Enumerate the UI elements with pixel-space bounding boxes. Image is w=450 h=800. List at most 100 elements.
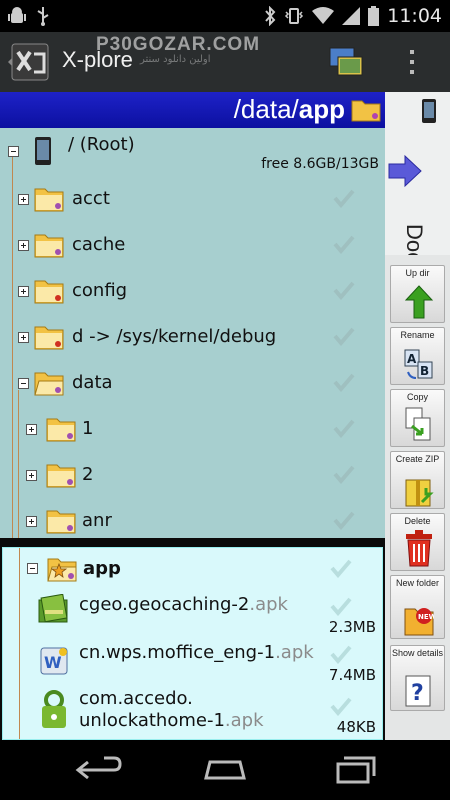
current-path: /data/app (233, 94, 345, 124)
check-icon[interactable] (333, 280, 355, 300)
folder-icon (34, 326, 64, 350)
signal-icon (342, 7, 361, 25)
back-icon[interactable] (74, 754, 124, 786)
tree-item-2[interactable]: 2 (0, 452, 385, 498)
expand-button[interactable] (26, 516, 37, 527)
trash-icon (406, 530, 432, 567)
collapse-button[interactable] (27, 563, 38, 574)
vibrate-icon (285, 8, 304, 24)
file-name: cn.wps.moffice_eng-1.apk (79, 642, 314, 663)
tree-item-d[interactable]: d -> /sys/kernel/debug (0, 314, 385, 360)
tree-item-label: data (72, 372, 113, 393)
root-row[interactable]: / (Root) free 8.6GB/13GB (0, 128, 385, 174)
home-icon[interactable] (200, 754, 250, 786)
tree-item-label: 2 (82, 464, 94, 485)
folder-open-icon (34, 372, 64, 396)
tree-item-data[interactable]: data (0, 360, 385, 406)
delete-button[interactable]: Delete (390, 513, 445, 571)
check-icon[interactable] (333, 326, 355, 346)
check-icon[interactable] (330, 644, 352, 664)
file-name: cgeo.geocaching-2.apk (79, 594, 288, 615)
overflow-menu-button[interactable] (406, 46, 418, 78)
path-bar: /data/app (0, 92, 385, 128)
file-size: 7.4MB (328, 666, 376, 684)
file-name-continued: unlockathome-1.apk (79, 710, 264, 731)
show-details-button[interactable]: Show details ? (390, 645, 445, 711)
expand-button[interactable] (26, 424, 37, 435)
docs-pane-tab[interactable]: Docs (385, 92, 450, 274)
check-icon[interactable] (333, 372, 355, 392)
phone-icon (35, 137, 51, 165)
check-icon[interactable] (333, 234, 355, 254)
folder-icon (34, 280, 64, 304)
usb-icon (37, 7, 49, 26)
file-row[interactable]: W cn.wps.moffice_eng-1.apk 7.4MB (3, 638, 382, 686)
check-icon[interactable] (333, 418, 355, 438)
help-icon: ? (405, 675, 431, 707)
dual-pane-icon[interactable] (328, 46, 364, 78)
tree-item-label: anr (82, 510, 112, 531)
file-name: com.accedo. (79, 688, 193, 709)
recent-apps-icon[interactable] (328, 754, 378, 786)
action-bar: X-plore P30GOZAR.COM اولین دانلود سنتر (0, 32, 450, 92)
tree-item-label: d -> /sys/kernel/debug (72, 326, 277, 347)
arrow-up-icon (404, 285, 434, 319)
check-icon[interactable] (330, 596, 352, 616)
expand-button[interactable] (18, 332, 29, 343)
rename-button[interactable]: Rename AB (390, 327, 445, 385)
folder-icon (351, 100, 381, 122)
folder-icon (46, 464, 76, 488)
app-folder-pane: app cgeo.geocaching-2.apk 2.3MB W cn.wps… (2, 547, 383, 740)
file-size: 2.3MB (328, 618, 376, 636)
check-icon[interactable] (333, 464, 355, 484)
tree-item-anr[interactable]: anr (0, 498, 385, 538)
folder-icon (46, 418, 76, 442)
android-debug-icon (8, 7, 26, 23)
tree-item-cache[interactable]: cache (0, 222, 385, 268)
status-bar: 11:04 (0, 0, 450, 32)
expand-button[interactable] (26, 470, 37, 481)
toolbar-column: Up dir Rename AB Copy Create ZIP Delete … (385, 255, 450, 740)
svg-text:B: B (420, 364, 429, 378)
check-icon[interactable] (330, 696, 352, 716)
new-folder-button[interactable]: New folder NEW (390, 575, 445, 639)
xplore-logo-icon[interactable] (8, 42, 52, 82)
status-time: 11:04 (387, 5, 442, 27)
watermark-subtitle: اولین دانلود سنتر (140, 54, 211, 65)
bluetooth-icon (265, 6, 276, 26)
apk-icon (38, 594, 68, 623)
collapse-button[interactable] (8, 146, 19, 157)
tree-item-acct[interactable]: acct (0, 176, 385, 222)
expand-button[interactable] (18, 194, 29, 205)
svg-text:?: ? (411, 681, 424, 706)
free-space: free 8.6GB/13GB (261, 156, 379, 172)
expand-button[interactable] (18, 240, 29, 251)
folder-icon (34, 234, 64, 258)
up-dir-button[interactable]: Up dir (390, 265, 445, 323)
folder-row-app[interactable]: app (3, 548, 382, 590)
tree-item-label: 1 (82, 418, 94, 439)
tree-item-1[interactable]: 1 (0, 406, 385, 452)
file-row[interactable]: com.accedo. unlockathome-1.apk 48KB (3, 686, 382, 739)
apk-icon: W (40, 647, 68, 675)
svg-text:W: W (44, 653, 62, 672)
create-zip-button[interactable]: Create ZIP (390, 451, 445, 509)
check-icon[interactable] (333, 188, 355, 208)
arrow-right-icon[interactable] (387, 154, 423, 188)
tree-item-config[interactable]: config (0, 268, 385, 314)
check-icon[interactable] (333, 510, 355, 530)
tree-item-label: acct (72, 188, 110, 209)
check-icon[interactable] (330, 558, 352, 578)
expand-button[interactable] (18, 286, 29, 297)
zip-icon (405, 479, 434, 507)
watermark: P30GOZAR.COM (96, 34, 261, 55)
collapse-button[interactable] (18, 378, 29, 389)
file-row[interactable]: cgeo.geocaching-2.apk 2.3MB (3, 590, 382, 638)
tree-item-label: cache (72, 234, 126, 255)
file-tree-pane: / (Root) free 8.6GB/13GB acct cache conf… (0, 128, 385, 538)
copy-button[interactable]: Copy (390, 389, 445, 447)
navigation-bar (0, 740, 450, 800)
folder-label: app (83, 558, 121, 579)
battery-icon (368, 6, 380, 26)
file-size: 48KB (336, 718, 376, 736)
